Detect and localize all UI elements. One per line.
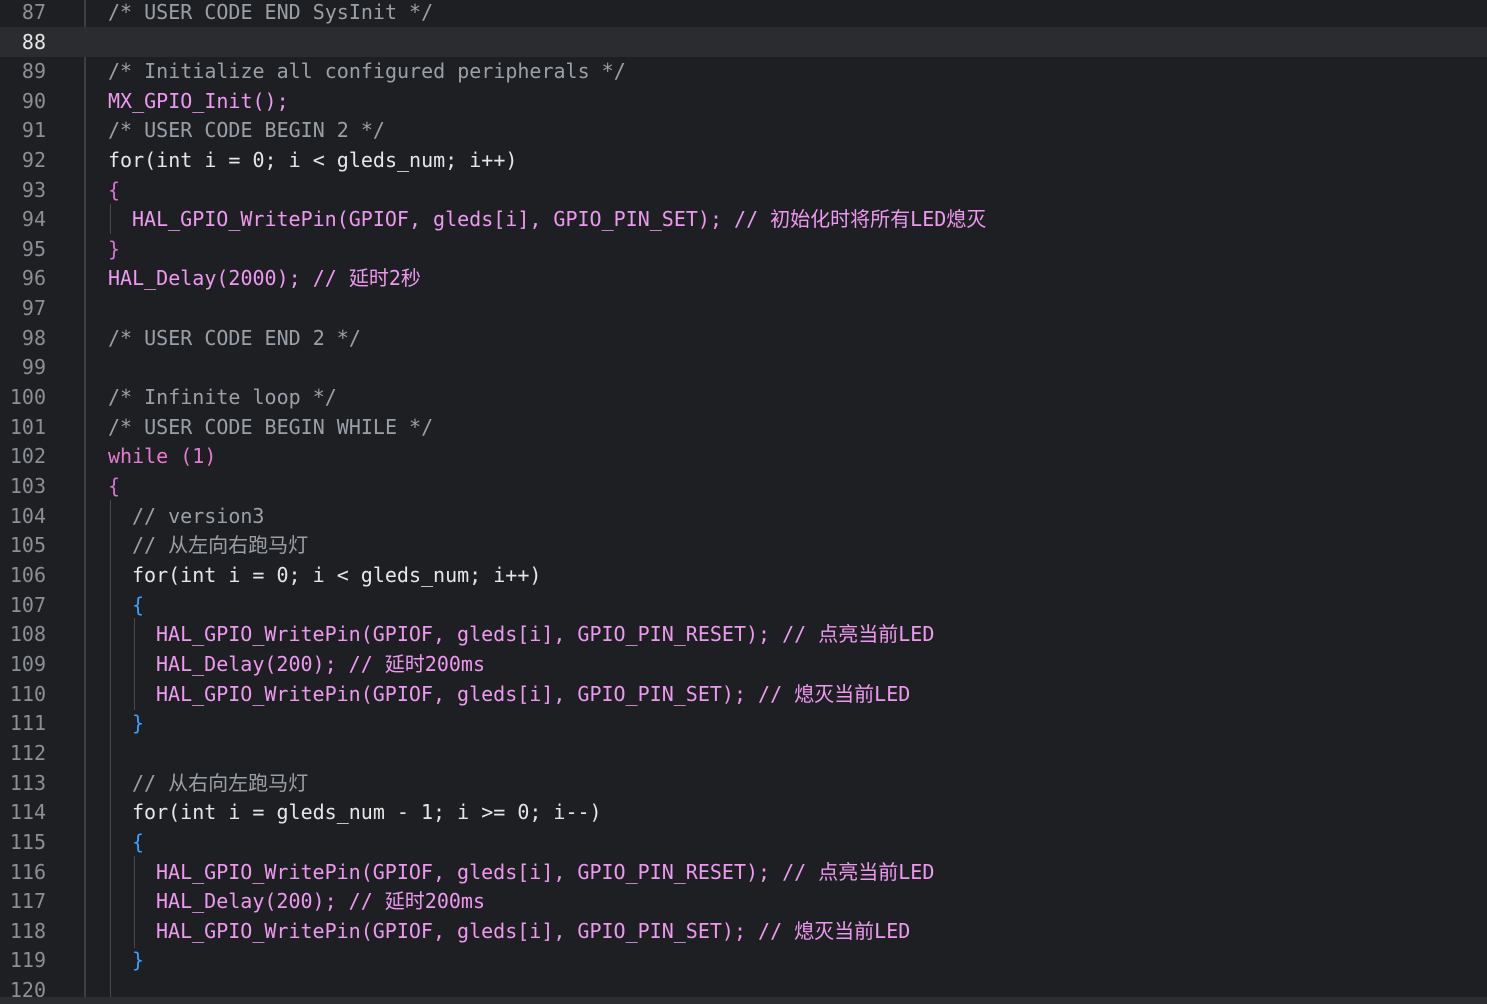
code-line[interactable]: 114 for(int i = gleds_num - 1; i >= 0; i…: [0, 797, 1487, 827]
code-line[interactable]: 110 HAL_GPIO_WritePin(GPIOF, gleds[i], G…: [0, 679, 1487, 709]
line-number: 95: [21, 237, 46, 261]
code-line[interactable]: 95 }: [0, 234, 1487, 264]
code-line[interactable]: 113 // 从右向左跑马灯: [0, 768, 1487, 798]
line-number: 94: [21, 207, 46, 231]
line-number: 105: [9, 533, 46, 557]
line-number: 87: [21, 0, 46, 24]
horizontal-scrollbar[interactable]: [0, 997, 1487, 1004]
line-number: 97: [21, 296, 46, 320]
code-text: MX_GPIO_Init();: [108, 89, 289, 113]
code-text: {: [132, 830, 145, 854]
line-number: 118: [9, 919, 46, 943]
code-text: HAL_GPIO_WritePin(GPIOF, gleds[i], GPIO_…: [132, 207, 987, 231]
code-line[interactable]: 116 HAL_GPIO_WritePin(GPIOF, gleds[i], G…: [0, 857, 1487, 887]
code-line[interactable]: 115 {: [0, 827, 1487, 857]
code-line[interactable]: 91 /* USER CODE BEGIN 2 */: [0, 115, 1487, 145]
line-number: 113: [9, 771, 46, 795]
code-line[interactable]: 107 {: [0, 590, 1487, 620]
line-number: 116: [9, 860, 46, 884]
code-text: /* USER CODE END SysInit */: [108, 0, 434, 24]
code-line[interactable]: 108 HAL_GPIO_WritePin(GPIOF, gleds[i], G…: [0, 619, 1487, 649]
code-text: /* Initialize all configured peripherals…: [108, 59, 626, 83]
code-text: HAL_GPIO_WritePin(GPIOF, gleds[i], GPIO_…: [156, 622, 935, 646]
line-number: 115: [9, 830, 46, 854]
code-line[interactable]: 105 // 从左向右跑马灯: [0, 530, 1487, 560]
line-number: 107: [9, 593, 46, 617]
code-line[interactable]: 111 }: [0, 708, 1487, 738]
line-number: 112: [9, 741, 46, 765]
code-line[interactable]: 92 for(int i = 0; i < gleds_num; i++): [0, 145, 1487, 175]
code-line[interactable]: 101 /* USER CODE BEGIN WHILE */: [0, 412, 1487, 442]
line-number: 93: [21, 178, 46, 202]
current-line-highlight[interactable]: 88: [0, 27, 1487, 57]
code-text: for(int i = 0; i < gleds_num; i++): [108, 148, 518, 172]
code-text: // 从右向左跑马灯: [132, 771, 309, 795]
code-line[interactable]: 109 HAL_Delay(200); // 延时200ms: [0, 649, 1487, 679]
line-number: 101: [9, 415, 46, 439]
code-editor[interactable]: 87 /* USER CODE END SysInit */ 88 89 /* …: [0, 0, 1487, 1004]
line-number: 114: [9, 800, 46, 824]
code-line[interactable]: 93 {: [0, 175, 1487, 205]
line-number: 109: [9, 652, 46, 676]
code-text: }: [132, 948, 145, 972]
code-text: /* USER CODE BEGIN 2 */: [108, 118, 385, 142]
code-text: /* USER CODE END 2 */: [108, 326, 361, 350]
code-text: // 从左向右跑马灯: [132, 533, 309, 557]
code-text: for(int i = 0; i < gleds_num; i++): [132, 563, 542, 587]
line-number: 102: [9, 444, 46, 468]
code-line[interactable]: 97: [0, 293, 1487, 323]
code-line[interactable]: 119 }: [0, 945, 1487, 975]
code-line[interactable]: 112: [0, 738, 1487, 768]
code-line[interactable]: 117 HAL_Delay(200); // 延时200ms: [0, 886, 1487, 916]
line-number: 106: [9, 563, 46, 587]
code-line[interactable]: 94 HAL_GPIO_WritePin(GPIOF, gleds[i], GP…: [0, 204, 1487, 234]
code-text: {: [108, 178, 121, 202]
line-number: 103: [9, 474, 46, 498]
code-text: while (1): [108, 444, 217, 468]
code-text: HAL_GPIO_WritePin(GPIOF, gleds[i], GPIO_…: [156, 860, 935, 884]
code-text: HAL_Delay(200); // 延时200ms: [156, 889, 485, 913]
code-line[interactable]: 87 /* USER CODE END SysInit */: [0, 0, 1487, 27]
code-text: // version3: [132, 504, 265, 528]
code-text: HAL_Delay(2000); // 延时2秒: [108, 266, 421, 290]
line-number: 89: [21, 59, 46, 83]
line-number: 108: [9, 622, 46, 646]
line-number: 110: [9, 682, 46, 706]
code-text: }: [132, 711, 145, 735]
code-text: HAL_GPIO_WritePin(GPIOF, gleds[i], GPIO_…: [156, 682, 911, 706]
code-line[interactable]: 118 HAL_GPIO_WritePin(GPIOF, gleds[i], G…: [0, 916, 1487, 946]
code-text: {: [108, 474, 121, 498]
code-text: /* Infinite loop */: [108, 385, 337, 409]
line-number: 104: [9, 504, 46, 528]
code-line[interactable]: 103 {: [0, 471, 1487, 501]
line-number: 100: [9, 385, 46, 409]
line-number: 96: [21, 266, 46, 290]
code-text: HAL_Delay(200); // 延时200ms: [156, 652, 485, 676]
code-line[interactable]: 99: [0, 352, 1487, 382]
line-number: 98: [21, 326, 46, 350]
code-line[interactable]: 98 /* USER CODE END 2 */: [0, 323, 1487, 353]
line-number: 119: [9, 948, 46, 972]
line-number: 111: [9, 711, 46, 735]
line-number: 91: [21, 118, 46, 142]
code-text: HAL_GPIO_WritePin(GPIOF, gleds[i], GPIO_…: [156, 919, 911, 943]
line-number: 92: [21, 148, 46, 172]
code-text: {: [132, 593, 145, 617]
code-line[interactable]: 100 /* Infinite loop */: [0, 382, 1487, 412]
code-line[interactable]: 102 while (1): [0, 441, 1487, 471]
line-number: 88: [21, 30, 46, 54]
code-line[interactable]: 106 for(int i = 0; i < gleds_num; i++): [0, 560, 1487, 590]
code-line[interactable]: 90 MX_GPIO_Init();: [0, 86, 1487, 116]
code-line[interactable]: 96 HAL_Delay(2000); // 延时2秒: [0, 263, 1487, 293]
line-number: 90: [21, 89, 46, 113]
line-number: 117: [9, 889, 46, 913]
code-text: /* USER CODE BEGIN WHILE */: [108, 415, 434, 439]
code-text: for(int i = gleds_num - 1; i >= 0; i--): [132, 800, 602, 824]
code-line[interactable]: 89 /* Initialize all configured peripher…: [0, 56, 1487, 86]
code-text: }: [108, 237, 121, 261]
line-number: 99: [21, 355, 46, 379]
code-line[interactable]: 104 // version3: [0, 501, 1487, 531]
